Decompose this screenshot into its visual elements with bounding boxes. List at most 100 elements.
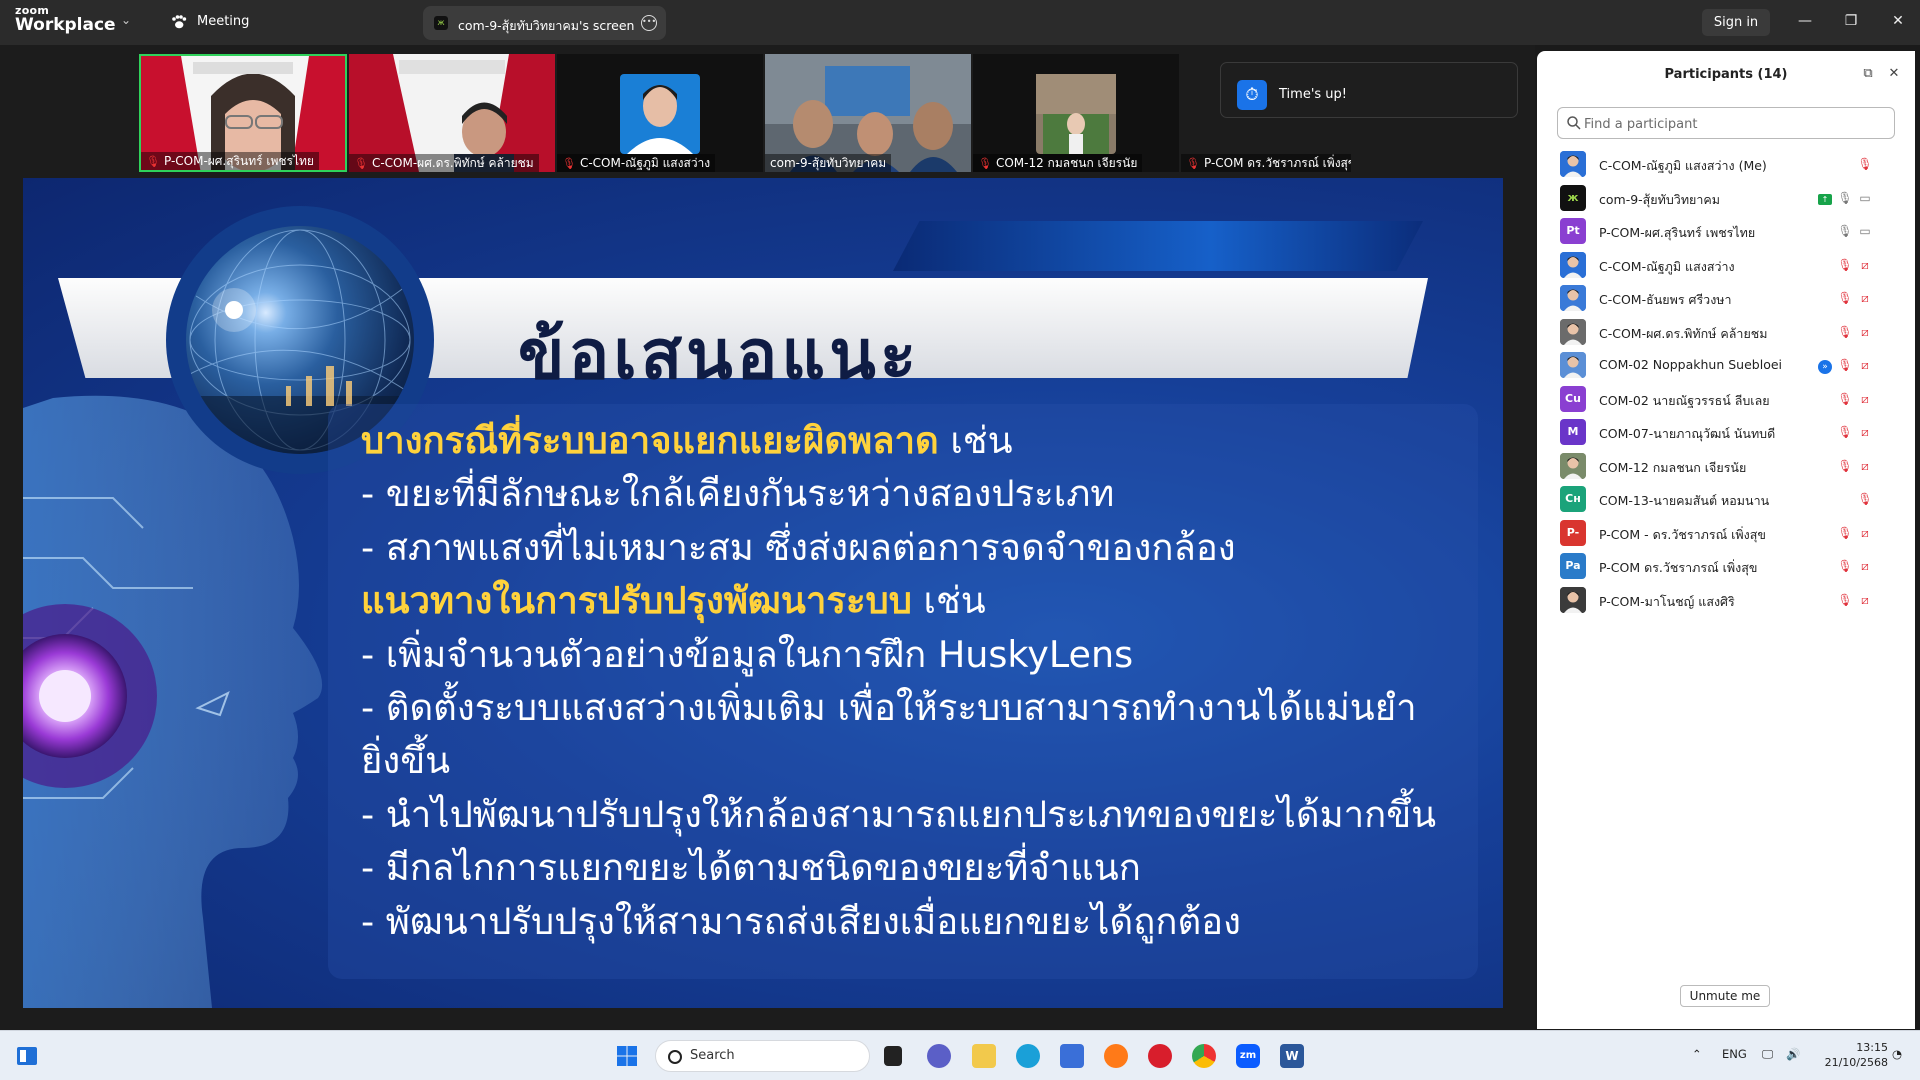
notification-icon[interactable]: ◔ [1892,1047,1902,1061]
slide-line-text: - ขยะที่มีลักษณะใกล้เคียงกันระหว่างสองปร… [361,472,1115,516]
muted-mic-icon[interactable]: 🎙 [1836,458,1854,474]
mic-icon[interactable]: 🎙 [1836,190,1854,206]
anydesk-icon[interactable] [1148,1044,1172,1068]
video-off-icon[interactable]: ⧄ [1856,592,1874,608]
pop-out-icon[interactable]: ⧉ [1860,66,1876,82]
participant-name: P-COM-ผศ.สุรินทร์ เพชรไทย [1599,225,1756,240]
search-icon [668,1050,682,1064]
restore-icon[interactable]: ❐ [1838,10,1864,32]
more-options-icon[interactable]: ••• [641,15,657,31]
widgets-icon[interactable] [15,1044,39,1068]
app-menu-chevron-down-icon[interactable]: ⌄ [121,13,131,27]
slide-line: ยิ่งขึ้น [361,734,1491,787]
participant-name: COM-02 นายณัฐวรรธน์ ลีบเลย [1599,392,1770,408]
muted-mic-icon[interactable]: 🎙 [1836,324,1854,340]
video-tile[interactable]: 🎙 C-COM-ผศ.ดร.พิทักษ์ คล้ายชม [349,54,555,172]
chrome-icon[interactable] [1192,1044,1216,1068]
input-language[interactable]: ENG [1722,1047,1747,1061]
zoom-workplace-logo[interactable]: zoom Workplace [15,5,116,34]
muted-mic-icon[interactable]: 🎙 [1836,391,1854,407]
shared-screen-area: ข้อเสนอแนะ บางกรณีที่ระบบอาจแยกแยะผิดพลา… [0,175,1535,1030]
video-off-icon[interactable]: ⧄ [1856,324,1874,340]
teams-chat-icon[interactable] [927,1044,951,1068]
participant-photo [1560,151,1586,177]
slide-line-text: - ติดตั้งระบบแสงสว่างเพิ่มเติม เพื่อให้ร… [361,685,1417,729]
tile-name: 🎙 COM-12 กมลชนก เจียรนัย [973,154,1143,172]
tile-name: 🎙 C-COM-ณัฐภูมิ แสงสว่าง [557,154,716,172]
taskbar-search[interactable]: Search [655,1040,870,1072]
video-strip: 🎙 P-COM-ผศ.สุรินทร์ เพชรไทย 🎙 C-COM-ผศ.ดร.… [0,45,1535,175]
tile-name-text: COM-12 กมลชนก เจียรนัย [995,156,1138,170]
tray-chevron-up-icon[interactable]: ⌃ [1692,1047,1702,1061]
share-app-icon: ж [434,16,448,30]
timer-toast-text: Time's up! [1279,87,1347,102]
video-off-icon[interactable]: ⧄ [1856,257,1874,273]
video-off-icon[interactable]: ⧄ [1856,391,1874,407]
muted-mic-icon[interactable]: 🎙 [1856,491,1874,507]
video-off-icon[interactable]: ⧄ [1856,458,1874,474]
word-icon[interactable]: W [1280,1044,1304,1068]
slide-body: บางกรณีที่ระบบอาจแยกแยะผิดพลาด เช่น - ขยะ… [361,414,1491,948]
meeting-paw-icon [172,15,187,29]
video-icon[interactable]: ▭ [1856,223,1874,239]
task-view-icon[interactable] [884,1046,902,1066]
search-icon [1567,116,1581,130]
tile-name: 🎙 P-COM ดร.วัชราภรณ์ เพิ่งสุข [1181,154,1351,172]
participant-search-input[interactable] [1584,114,1884,134]
participant-photo [1560,352,1586,378]
mic-icon[interactable]: 🎙 [1836,223,1854,239]
edge-browser-icon[interactable] [1016,1044,1040,1068]
slide-line-text: - สภาพแสงที่ไม่เหมาะสม ซึ่งส่งผลต่อการจด… [361,525,1236,569]
slide-line: - ติดตั้งระบบแสงสว่างเพิ่มเติม เพื่อให้ร… [361,681,1491,734]
muted-mic-icon[interactable]: 🎙 [1836,257,1854,273]
shared-screen-tab[interactable]: ж com-9-สุ้ยทับวิทยาคม's screen ••• [423,6,666,40]
zoom-taskbar-icon[interactable]: zm [1236,1044,1260,1068]
video-tile[interactable]: 🎙 P-COM-ผศ.สุรินทร์ เพชรไทย [139,54,347,172]
volume-icon[interactable]: 🔊 [1786,1047,1800,1061]
video-tile[interactable]: 🎙 C-COM-ณัฐภูมิ แสงสว่าง [557,54,763,172]
muted-mic-icon[interactable]: 🎙 [1836,558,1854,574]
slide-line: แนวทางในการปรับปรุงพัฒนาระบบ เช่น [361,574,1491,627]
close-window-icon[interactable]: ✕ [1885,10,1911,32]
video-off-icon[interactable]: ⧄ [1856,558,1874,574]
title-bar: zoom Workplace ⌄ Meeting ж com-9-สุ้ยทับ… [0,0,1920,45]
video-off-icon[interactable]: ⧄ [1856,424,1874,440]
minimize-icon[interactable]: — [1792,10,1818,32]
network-icon[interactable]: 🖵 [1762,1047,1773,1062]
participant-logo: ж [1560,184,1586,211]
participant-name: P-COM-มาโนชญ์ แสงศิริ [1599,593,1735,609]
file-explorer-icon[interactable] [972,1044,996,1068]
start-windows-icon[interactable] [615,1044,639,1068]
muted-mic-icon: 🎙 [354,157,368,170]
slide-line-highlight: แนวทางในการปรับปรุงพัฒนาระบบ [361,579,912,623]
system-clock[interactable]: 13:15 21/10/2568 [1812,1040,1888,1070]
video-tile[interactable]: com-9-สุ้ยทับวิทยาคม [765,54,971,172]
participant-photo [1560,285,1586,311]
muted-mic-icon: 🎙 [146,155,160,168]
participant-initials: M [1560,419,1586,445]
muted-mic-icon[interactable]: 🎙 [1836,592,1854,608]
muted-mic-icon[interactable]: 🎙 [1836,525,1854,541]
firefox-icon[interactable] [1104,1044,1128,1068]
taskbar-search-label: Search [690,1048,735,1063]
raised-badge-icon[interactable]: » [1816,357,1834,374]
participant-search[interactable] [1557,107,1895,139]
share-screen-icon[interactable]: ↑ [1816,190,1834,206]
muted-mic-icon: 🎙 [978,157,992,170]
unmute-me-button[interactable]: Unmute me [1680,985,1770,1007]
video-icon[interactable]: ▭ [1856,190,1874,206]
video-off-icon[interactable]: ⧄ [1856,357,1874,373]
video-tile[interactable]: 🎙 COM-12 กมลชนก เจียรนัย [973,54,1179,172]
video-off-icon[interactable]: ⧄ [1856,290,1874,306]
muted-mic-icon[interactable]: 🎙 [1836,424,1854,440]
muted-mic-icon[interactable]: 🎙 [1836,357,1854,373]
sign-in-button[interactable]: Sign in [1702,9,1770,36]
tile-name-text: P-COM-ผศ.สุรินทร์ เพชรไทย [163,154,314,168]
close-panel-icon[interactable]: ✕ [1886,66,1902,82]
video-off-icon[interactable]: ⧄ [1856,525,1874,541]
participant-name: P-COM - ดร.วัชราภรณ์ เพิ่งสุข [1599,526,1766,542]
microsoft-store-icon[interactable] [1060,1044,1084,1068]
muted-mic-icon[interactable]: 🎙 [1856,156,1874,172]
muted-mic-icon[interactable]: 🎙 [1836,290,1854,306]
participant-row[interactable]: P-COM-มาโนชญ์ แสงศิริ 🎙 ⧄ [1537,579,1915,620]
